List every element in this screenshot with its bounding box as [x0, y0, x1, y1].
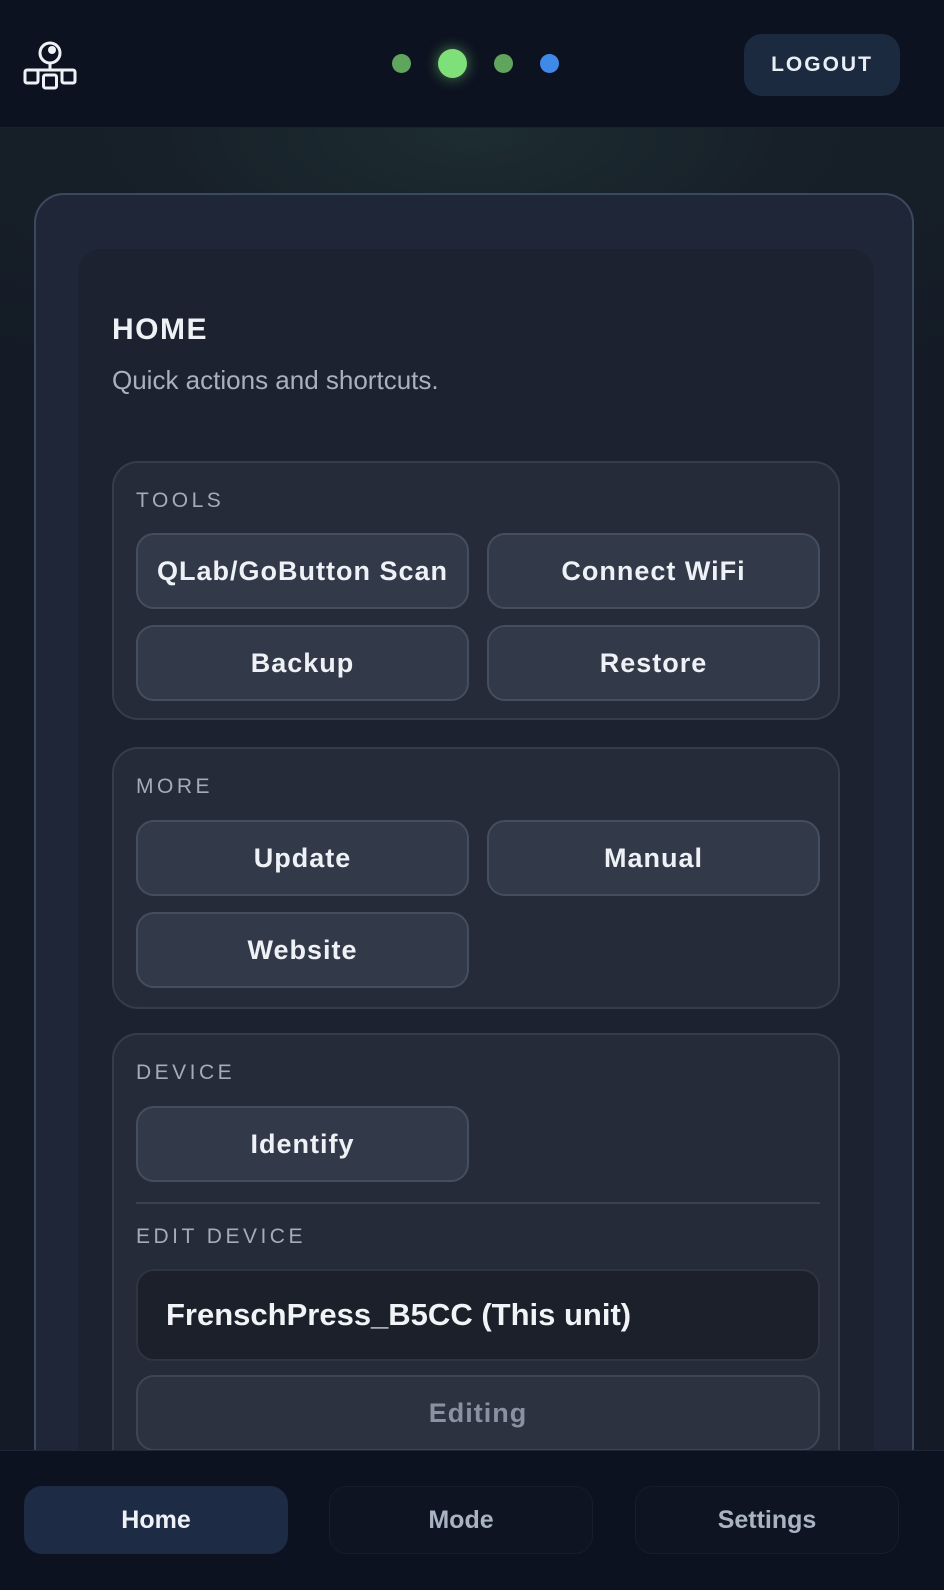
- status-dot-icon: [392, 53, 411, 73]
- manual-button[interactable]: Manual: [487, 820, 820, 896]
- backup-button[interactable]: Backup: [136, 625, 469, 701]
- restore-button[interactable]: Restore: [487, 625, 820, 701]
- bottom-nav: Home Mode Settings: [0, 1450, 944, 1590]
- section-label: DEVICE: [136, 1061, 236, 1084]
- more-section: MORE Update Manual Website: [112, 747, 840, 1009]
- identify-button[interactable]: Identify: [136, 1106, 469, 1182]
- update-button[interactable]: Update: [136, 820, 469, 896]
- status-dot-active-icon: [438, 48, 467, 78]
- status-indicators: [392, 48, 559, 78]
- tools-section: TOOLS QLab/GoButton Scan Connect WiFi Ba…: [112, 461, 840, 720]
- qlab-scan-button[interactable]: QLab/GoButton Scan: [136, 533, 469, 609]
- page-subtitle: Quick actions and shortcuts.: [112, 365, 439, 395]
- divider: [136, 1202, 820, 1204]
- tab-mode[interactable]: Mode: [329, 1486, 593, 1554]
- editing-button[interactable]: Editing: [136, 1375, 820, 1451]
- section-label: MORE: [136, 775, 213, 798]
- edit-device-label: EDIT DEVICE: [136, 1225, 306, 1248]
- tab-settings[interactable]: Settings: [635, 1486, 899, 1554]
- tab-home[interactable]: Home: [24, 1486, 288, 1554]
- top-bar: LOGOUT: [0, 0, 944, 128]
- status-dot-icon: [494, 53, 513, 73]
- status-dot-icon: [540, 53, 559, 73]
- connect-wifi-button[interactable]: Connect WiFi: [487, 533, 820, 609]
- section-label: TOOLS: [136, 489, 225, 512]
- app-root: LOGOUT HOME Quick actions and shortcuts.…: [0, 0, 944, 1590]
- network-nodes-icon[interactable]: [22, 40, 78, 90]
- device-name-field[interactable]: FrenschPress_B5CC (This unit): [136, 1269, 820, 1361]
- logout-button[interactable]: LOGOUT: [744, 34, 900, 96]
- website-button[interactable]: Website: [136, 912, 469, 988]
- main-card: HOME Quick actions and shortcuts. TOOLS …: [34, 193, 914, 1549]
- page-title: HOME: [112, 313, 208, 346]
- home-panel: HOME Quick actions and shortcuts. TOOLS …: [78, 249, 874, 1549]
